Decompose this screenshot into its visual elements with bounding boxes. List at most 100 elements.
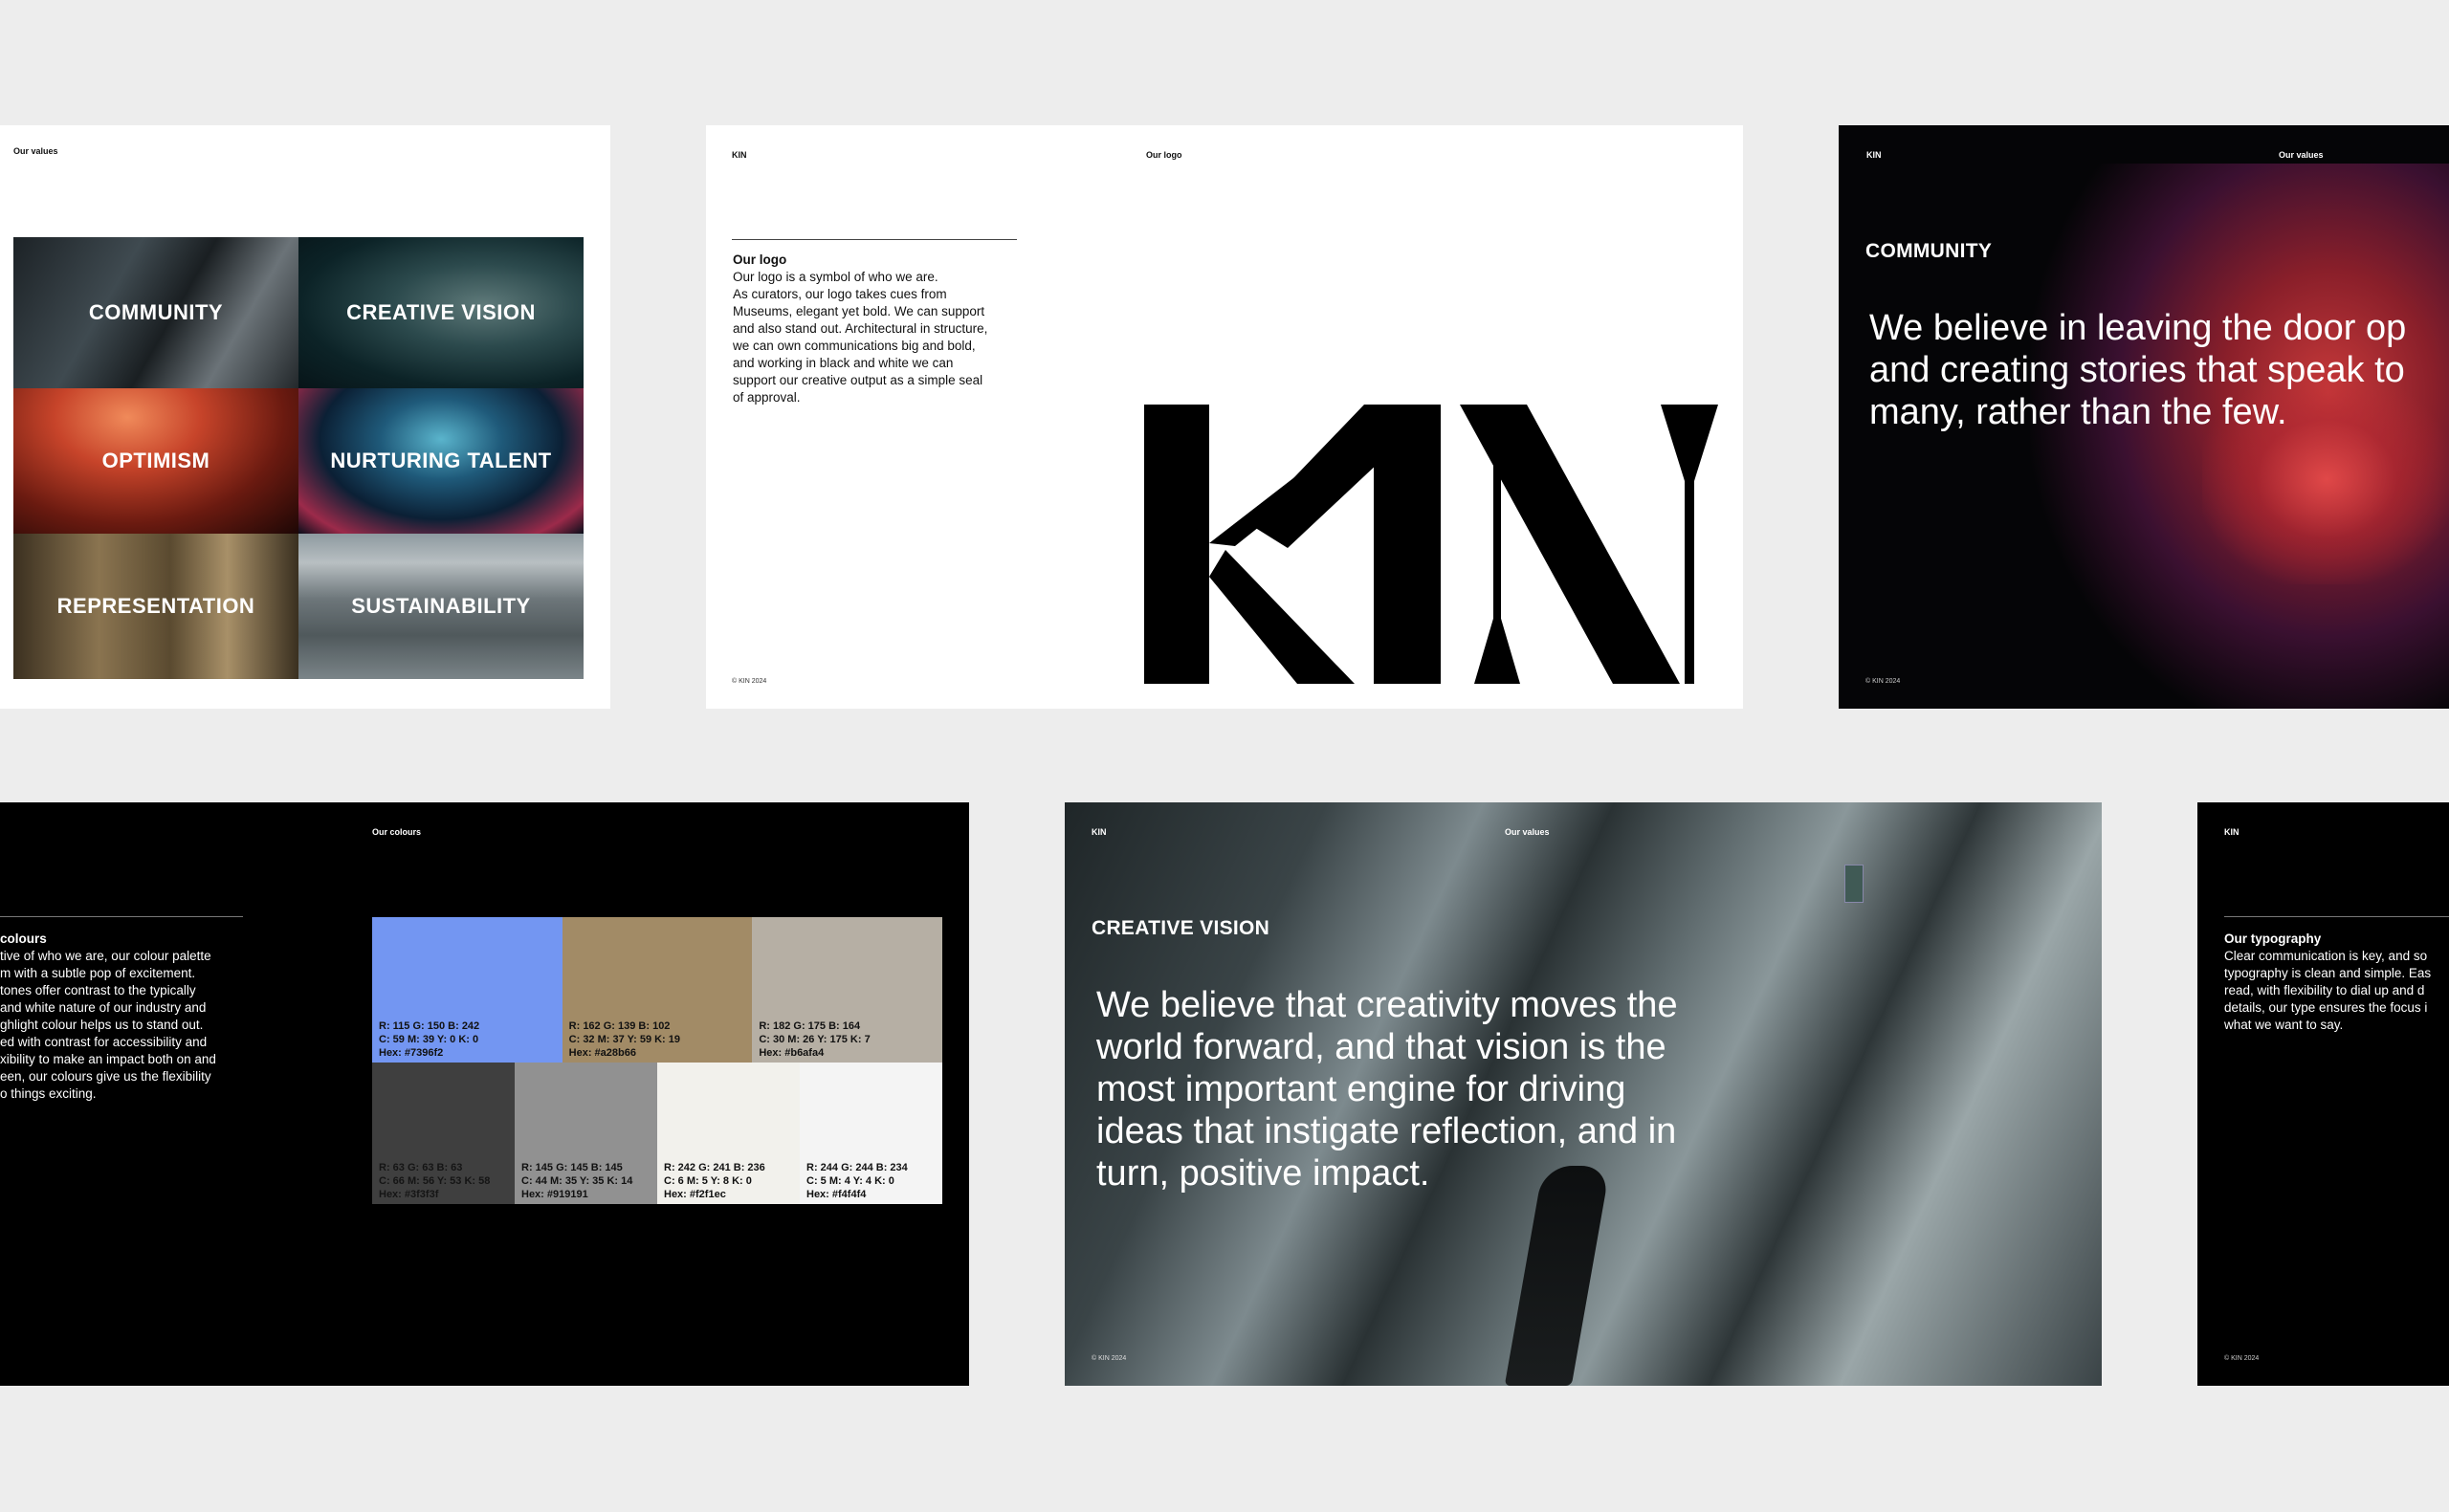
- body-line: typography is clean and simple. Eas: [2224, 966, 2432, 980]
- footer: © KIN 2024: [732, 678, 767, 685]
- colours-slide: Our colours colours tive of who we are, …: [0, 802, 969, 1386]
- values-grid: COMMUNITY CREATIVE VISION OPTIMISM NURTU…: [13, 237, 584, 679]
- body-line: ed with contrast for accessibility and: [0, 1035, 208, 1049]
- statement-line: ideas that instigate reflection, and in: [1096, 1111, 1677, 1151]
- statement-line: and creating stories that speak to: [1869, 350, 2405, 390]
- footer: © KIN 2024: [2224, 1355, 2260, 1362]
- value-tile-creative-vision: CREATIVE VISION: [298, 237, 584, 388]
- slide-label: Our values: [2279, 150, 2324, 160]
- swatch-hex-value: Hex: #b6afa4: [759, 1047, 825, 1059]
- body-line: and working in black and white we can: [733, 356, 954, 370]
- body-line: of approval.: [733, 390, 801, 405]
- body-line: tones offer contrast to the typically: [0, 983, 196, 997]
- logo-slide: KIN Our logo Our logo Our logo is a symb…: [706, 125, 1743, 709]
- divider: [732, 239, 1017, 240]
- value-statement: We believe that creativity moves the wor…: [1096, 984, 1678, 1194]
- colour-swatch: R: 242 G: 241 B: 236 C: 6 M: 5 Y: 8 K: 0 H…: [657, 1063, 800, 1204]
- swatch-rgb-value: R: 145 G: 145 B: 145: [521, 1162, 623, 1173]
- body-line: As curators, our logo takes cues from: [733, 287, 947, 301]
- tile-label: CREATIVE VISION: [346, 300, 536, 324]
- colours-description: colours tive of who we are, our colour p…: [0, 931, 216, 1103]
- tile-label: SUSTAINABILITY: [351, 594, 531, 618]
- footer: © KIN 2024: [1865, 678, 1901, 685]
- body-line: tive of who we are, our colour palette: [0, 949, 211, 963]
- tile-label: REPRESENTATION: [56, 594, 255, 618]
- swatch-rgb-value: R: 244 G: 244 B: 234: [806, 1162, 908, 1173]
- body-line: Clear communication is key, and so: [2224, 949, 2428, 963]
- swatch-rgb-value: R: 182 G: 175 B: 164: [759, 1020, 861, 1032]
- body-line: m with a subtle pop of excitement.: [0, 966, 196, 980]
- body-line: support our creative output as a simple …: [733, 373, 983, 387]
- section-heading: colours: [0, 931, 47, 946]
- body-line: ghlight colour helps us to stand out.: [0, 1018, 204, 1032]
- swatch-hex-value: Hex: #a28b66: [568, 1047, 636, 1059]
- statement-line: world forward, and that vision is the: [1096, 1027, 1666, 1067]
- swatch-rgb-value: R: 242 G: 241 B: 236: [664, 1162, 765, 1173]
- swatch-cmyk-value: C: 5 M: 4 Y: 4 K: 0: [806, 1175, 894, 1187]
- swatch-hex-value: Hex: #f2f1ec: [664, 1189, 726, 1200]
- body-line: read, with flexibility to dial up and d: [2224, 983, 2425, 997]
- tile-label: OPTIMISM: [101, 449, 210, 472]
- slide-label: Our logo: [1146, 150, 1182, 160]
- colour-swatch: R: 145 G: 145 B: 145 C: 44 M: 35 Y: 35 K:…: [515, 1063, 657, 1204]
- swatch-hex-value: Hex: #7396f2: [379, 1047, 444, 1059]
- body-line: we can own communications big and bold,: [733, 339, 976, 353]
- community-slide: KIN Our values COMMUNITY We believe in l…: [1839, 125, 2449, 709]
- swatch-cmyk-value: C: 6 M: 5 Y: 8 K: 0: [664, 1175, 752, 1187]
- body-line: Our logo is a symbol of who we are.: [733, 270, 938, 284]
- tile-label: NURTURING TALENT: [330, 449, 552, 472]
- value-statement: We believe in leaving the door op and cr…: [1869, 307, 2406, 433]
- value-tile-nurturing-talent: NURTURING TALENT: [298, 388, 584, 534]
- body-line: details, our type ensures the focus i: [2224, 1000, 2428, 1015]
- footer: © KIN 2024: [1092, 1355, 1127, 1362]
- swatch-rgb-value: R: 115 G: 150 B: 242: [379, 1020, 480, 1032]
- swatch-hex-value: Hex: #f4f4f4: [806, 1189, 867, 1200]
- brand-mark: KIN: [2224, 827, 2239, 837]
- body-line: and white nature of our industry and: [0, 1000, 207, 1015]
- value-heading: COMMUNITY: [1865, 240, 1993, 262]
- typography-description: Our typography Clear communication is ke…: [2224, 931, 2431, 1034]
- brand-mark: KIN: [1866, 150, 1882, 160]
- logo-description: Our logo Our logo is a symbol of who we …: [733, 252, 987, 406]
- typography-slide: KIN Our typography Clear communication i…: [2197, 802, 2449, 1386]
- exit-sign-icon: [1844, 865, 1864, 903]
- body-line: o things exciting.: [0, 1086, 97, 1101]
- value-tile-community: COMMUNITY: [13, 237, 298, 388]
- slide-label: Our colours: [372, 827, 422, 837]
- swatch-cmyk-value: C: 44 M: 35 Y: 35 K: 14: [521, 1175, 633, 1187]
- kin-logo: [1144, 405, 1718, 684]
- section-heading: Our typography: [2224, 931, 2322, 946]
- slide-label: Our values: [13, 146, 58, 156]
- value-tile-optimism: OPTIMISM: [13, 388, 298, 534]
- body-line: een, our colours give us the flexibility: [0, 1069, 211, 1084]
- swatch-hex-value: Hex: #3f3f3f: [379, 1189, 439, 1200]
- colour-swatch: R: 115 G: 150 B: 242 C: 59 M: 39 Y: 0 K: …: [372, 917, 563, 1063]
- colour-swatch: R: 63 G: 63 B: 63 C: 66 M: 56 Y: 53 K: 58…: [372, 1063, 515, 1204]
- statement-line: We believe in leaving the door op: [1869, 308, 2407, 348]
- values-slide: Our values COMMUNITY CREATIVE VISION OPT…: [0, 125, 610, 709]
- statement-line: We believe that creativity moves the: [1096, 985, 1678, 1025]
- statement-line: most important engine for driving: [1096, 1069, 1626, 1109]
- swatch-cmyk-value: C: 32 M: 37 Y: 59 K: 19: [568, 1034, 681, 1045]
- divider: [0, 916, 243, 917]
- swatch-cmyk-value: C: 66 M: 56 Y: 53 K: 58: [379, 1175, 491, 1187]
- body-line: xibility to make an impact both on and: [0, 1052, 216, 1066]
- colour-swatch: R: 244 G: 244 B: 234 C: 5 M: 4 Y: 4 K: 0 H…: [800, 1063, 942, 1204]
- brand-mark: KIN: [1092, 827, 1107, 837]
- swatch-hex-value: Hex: #919191: [521, 1189, 588, 1200]
- tile-label: COMMUNITY: [88, 300, 224, 324]
- section-heading: Our logo: [733, 252, 787, 267]
- colour-swatch: R: 182 G: 175 B: 164 C: 30 M: 26 Y: 175 K…: [752, 917, 942, 1063]
- value-heading: CREATIVE VISION: [1092, 917, 1270, 939]
- colour-swatch: R: 162 G: 139 B: 102 C: 32 M: 37 Y: 59 K:…: [562, 917, 753, 1063]
- swatch-cmyk-value: C: 59 M: 39 Y: 0 K: 0: [379, 1034, 479, 1045]
- statement-line: turn, positive impact.: [1096, 1153, 1430, 1194]
- swatch-cmyk-value: C: 30 M: 26 Y: 175 K: 7: [759, 1034, 871, 1045]
- statement-line: many, rather than the few.: [1869, 392, 2287, 432]
- slide-label: Our values: [1505, 827, 1550, 837]
- body-line: what we want to say.: [2224, 1018, 2344, 1032]
- body-line: Museums, elegant yet bold. We can suppor…: [733, 304, 985, 318]
- divider: [2224, 916, 2449, 917]
- value-tile-sustainability: SUSTAINABILITY: [298, 534, 584, 679]
- creative-vision-slide: KIN Our values CREATIVE VISION We believ…: [1065, 802, 2102, 1386]
